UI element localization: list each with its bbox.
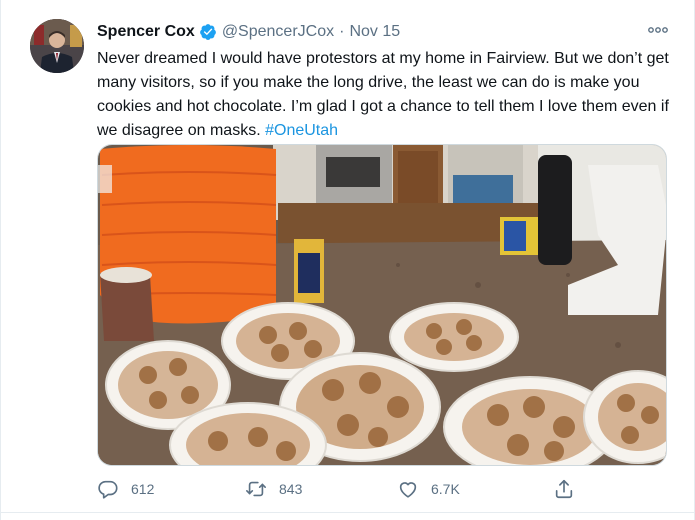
avatar[interactable] [30, 19, 84, 73]
tweet-photo[interactable] [97, 144, 667, 466]
tweet[interactable]: Spencer Cox @SpencerJCox · Nov 15 Never … [0, 0, 695, 520]
like-count: 6.7K [431, 481, 460, 497]
more-options-button[interactable] [646, 20, 670, 40]
tweet-header: Spencer Cox @SpencerJCox · Nov 15 [97, 21, 400, 43]
share-button[interactable] [553, 477, 575, 501]
reply-count: 612 [131, 481, 155, 497]
tweet-body: Never dreamed I would have protestors at… [97, 50, 669, 139]
like-button[interactable]: 6.7K [397, 477, 460, 501]
author-handle[interactable]: @SpencerJCox [222, 23, 334, 41]
avatar-image [30, 19, 84, 73]
photo-cookies-on-counter [98, 145, 666, 465]
retweet-icon [246, 481, 266, 497]
reply-icon [98, 480, 118, 499]
author-name[interactable]: Spencer Cox [97, 23, 195, 41]
hashtag-link[interactable]: #OneUtah [265, 122, 338, 139]
more-options-icon [648, 27, 668, 33]
retweet-count: 843 [279, 481, 303, 497]
share-icon [555, 479, 573, 499]
tweet-text: Never dreamed I would have protestors at… [97, 47, 677, 143]
retweet-button[interactable]: 843 [245, 477, 302, 501]
meta-separator: · [339, 23, 345, 40]
verified-badge-icon [199, 23, 217, 41]
tweet-actions: 612 843 6.7K [97, 477, 597, 501]
tweet-date[interactable]: Nov 15 [349, 23, 400, 41]
tweet-divider [1, 512, 695, 513]
reply-button[interactable]: 612 [97, 477, 154, 501]
heart-icon [399, 482, 417, 498]
